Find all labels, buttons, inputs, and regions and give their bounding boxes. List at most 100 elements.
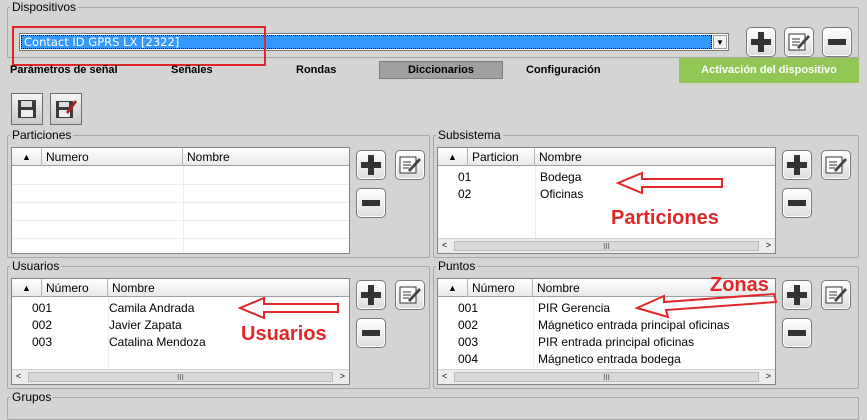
col-nombre[interactable]: Nombre xyxy=(108,279,349,297)
sort-icon[interactable]: ▲ xyxy=(12,279,42,297)
horizontal-scrollbar[interactable]: < III > xyxy=(438,369,775,384)
row-name: PIR entrada principal oficinas xyxy=(538,335,695,349)
dispositivos-legend: Dispositivos xyxy=(12,0,77,14)
row-number: 001 xyxy=(32,301,53,315)
remove-particion-button[interactable] xyxy=(356,188,386,218)
scroll-right-icon: > xyxy=(339,371,345,381)
tab-senales[interactable]: Señales xyxy=(171,62,213,79)
minus-icon xyxy=(828,39,846,45)
annotation-arrow-usuarios xyxy=(238,296,339,320)
scroll-left-icon: < xyxy=(442,371,448,381)
scroll-thumb[interactable]: III xyxy=(454,241,759,251)
row-name: Camila Andrada xyxy=(109,301,195,315)
table-header: ▲ Número Nombre xyxy=(12,279,349,297)
remove-subsistema-button[interactable] xyxy=(782,188,812,218)
scroll-right-icon: > xyxy=(765,240,771,250)
plus-icon xyxy=(787,285,807,305)
row-number: 02 xyxy=(458,187,472,201)
device-select-value: Contact ID GPRS LX [2322] xyxy=(21,35,712,49)
row-name: Oficinas xyxy=(540,187,584,201)
minus-icon xyxy=(362,330,380,336)
minus-icon xyxy=(362,200,380,206)
row-number: 002 xyxy=(458,318,479,332)
row-number: 003 xyxy=(458,335,479,349)
col-numero[interactable]: Numero xyxy=(42,148,183,166)
grupos-legend: Grupos xyxy=(12,390,52,404)
add-subsistema-button[interactable] xyxy=(782,150,812,180)
table-row[interactable]: 003 PIR entrada principal oficinas xyxy=(438,334,775,351)
sort-icon[interactable]: ▲ xyxy=(438,148,468,166)
tab-diccionarios[interactable]: Diccionarios xyxy=(379,61,503,79)
sort-icon[interactable]: ▲ xyxy=(12,148,42,166)
plus-icon xyxy=(361,155,381,175)
edit-particion-button[interactable] xyxy=(395,150,425,180)
edit-icon xyxy=(399,156,421,174)
particiones-legend: Particiones xyxy=(12,128,72,142)
remove-usuario-button[interactable] xyxy=(356,318,386,348)
plus-icon xyxy=(787,155,807,175)
row-name: Bodega xyxy=(540,170,582,184)
row-name: PIR Gerencia xyxy=(538,301,611,315)
scroll-left-icon: < xyxy=(16,371,22,381)
edit-icon xyxy=(825,286,847,304)
row-name: Catalina Mendoza xyxy=(109,335,206,349)
row-name: Mágnetico entrada bodega xyxy=(538,352,681,366)
row-number: 002 xyxy=(32,318,53,332)
edit-usuario-button[interactable] xyxy=(395,280,425,310)
edit-subsistema-button[interactable] xyxy=(821,150,851,180)
col-nombre[interactable]: Nombre xyxy=(535,148,775,166)
add-particion-button[interactable] xyxy=(356,150,386,180)
chevron-down-icon[interactable]: ▼ xyxy=(713,35,727,49)
scroll-left-icon: < xyxy=(442,240,448,250)
add-punto-button[interactable] xyxy=(782,280,812,310)
annotation-label-particiones: Particiones xyxy=(611,207,719,229)
save-button[interactable] xyxy=(11,93,43,125)
horizontal-scrollbar[interactable]: < III > xyxy=(438,238,775,253)
grupos-group: Grupos xyxy=(7,390,859,420)
table-row[interactable]: 004 Mágnetico entrada bodega xyxy=(438,351,775,368)
col-numero[interactable]: Número xyxy=(42,279,108,297)
particiones-table[interactable]: ▲ Numero Nombre xyxy=(11,147,350,254)
save-edit-button[interactable] xyxy=(50,93,82,125)
remove-punto-button[interactable] xyxy=(782,318,812,348)
device-select[interactable]: Contact ID GPRS LX [2322] ▼ xyxy=(19,33,729,51)
row-number: 004 xyxy=(458,352,479,366)
row-name: Javier Zapata xyxy=(109,318,182,332)
remove-device-button[interactable] xyxy=(822,27,852,57)
floppy-icon xyxy=(18,100,36,118)
edit-icon xyxy=(788,33,810,51)
minus-icon xyxy=(788,200,806,206)
table-header: ▲ Numero Nombre xyxy=(12,148,349,166)
horizontal-scrollbar[interactable]: < III > xyxy=(12,369,349,384)
scroll-right-icon: > xyxy=(765,371,771,381)
edit-device-button[interactable] xyxy=(784,27,814,57)
add-usuario-button[interactable] xyxy=(356,280,386,310)
edit-icon xyxy=(825,156,847,174)
scroll-thumb[interactable]: III xyxy=(454,372,759,382)
tab-parametros-senal[interactable]: Parámetros de señal xyxy=(10,62,118,79)
minus-icon xyxy=(788,330,806,336)
subsistema-table[interactable]: ▲ Particion Nombre 01 Bodega 02 Oficinas… xyxy=(437,147,776,254)
edit-icon xyxy=(399,286,421,304)
edit-punto-button[interactable] xyxy=(821,280,851,310)
row-number: 001 xyxy=(458,301,479,315)
row-number: 01 xyxy=(458,170,472,184)
add-device-button[interactable] xyxy=(746,27,776,57)
puntos-legend: Puntos xyxy=(438,259,476,273)
sort-icon[interactable]: ▲ xyxy=(438,279,468,297)
table-header: ▲ Particion Nombre xyxy=(438,148,775,166)
col-numero[interactable]: Número xyxy=(468,279,533,297)
row-number: 003 xyxy=(32,335,53,349)
annotation-label-zonas: Zonas xyxy=(710,274,769,296)
tab-configuracion[interactable]: Configuración xyxy=(526,62,601,79)
plus-icon xyxy=(361,285,381,305)
subsistema-legend: Subsistema xyxy=(438,128,501,142)
col-nombre[interactable]: Nombre xyxy=(183,148,349,166)
col-particion[interactable]: Particion xyxy=(468,148,535,166)
scroll-thumb[interactable]: III xyxy=(28,372,333,382)
usuarios-legend: Usuarios xyxy=(12,259,60,273)
tab-activacion-dispositivo[interactable]: Activación del dispositivo xyxy=(679,58,859,83)
plus-icon xyxy=(751,32,771,52)
annotation-label-usuarios: Usuarios xyxy=(241,323,327,345)
tab-rondas[interactable]: Rondas xyxy=(296,62,336,79)
